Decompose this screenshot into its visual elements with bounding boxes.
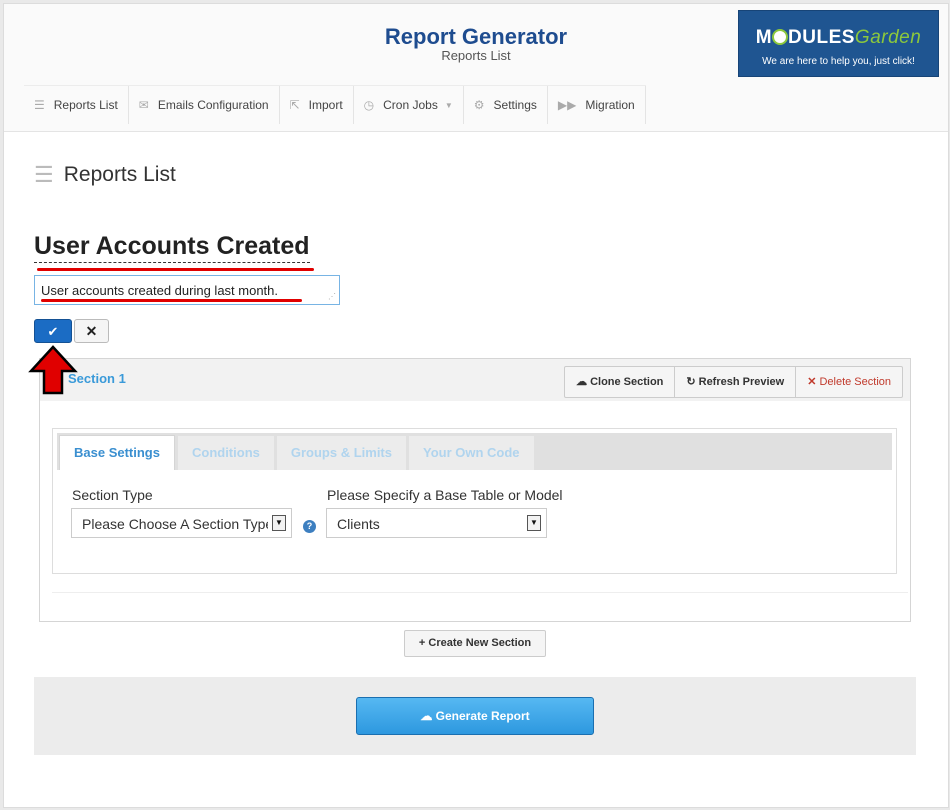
- report-description-text: User accounts created during last month.: [41, 283, 279, 298]
- list-icon: ☰: [34, 162, 54, 187]
- check-icon: ✔: [47, 324, 59, 339]
- modulesgarden-logo[interactable]: M DULESGarden We are here to help you, ju…: [738, 10, 939, 77]
- tab-your-own-code[interactable]: Your Own Code: [409, 436, 534, 470]
- confirm-button[interactable]: ✔: [34, 319, 72, 343]
- section-type-select[interactable]: Please Choose A Section Type ▼: [71, 508, 292, 538]
- tab-base-settings[interactable]: Base Settings: [59, 435, 175, 470]
- page-heading: ☰ Reports List: [34, 162, 176, 188]
- list-icon: ☰: [34, 98, 45, 112]
- section-divider: [52, 592, 908, 593]
- section-header: Section 1 ☁ Clone Section ↻ Refresh Previe…: [40, 359, 910, 401]
- plus-icon: +: [418, 637, 426, 649]
- logo-wordmark: M DULESGarden: [755, 27, 922, 48]
- create-new-section-button[interactable]: + Create New Section: [404, 630, 546, 657]
- section-type-label: Section Type: [72, 487, 153, 503]
- clock-icon: ◷: [363, 98, 375, 112]
- nav-import[interactable]: ⇱ Import: [280, 86, 354, 124]
- resize-grip-icon[interactable]: ⋰: [328, 292, 336, 301]
- nav-settings[interactable]: ⚙ Settings: [464, 86, 548, 124]
- main-nav: ☰ Reports List ✉ Emails Configuration ⇱ Imp…: [24, 85, 646, 124]
- clone-section-button[interactable]: ☁ Clone Section: [565, 367, 676, 397]
- app-header: Report Generator Reports List M DULESGard…: [4, 4, 948, 132]
- nav-reports-list[interactable]: ☰ Reports List: [24, 86, 129, 124]
- refresh-preview-button[interactable]: ↻ Refresh Preview: [675, 367, 797, 397]
- import-icon: ⇱: [289, 98, 300, 112]
- report-section: Section 1 ☁ Clone Section ↻ Refresh Previe…: [39, 358, 911, 622]
- section-button-group: ☁ Clone Section ↻ Refresh Preview ✕ Delete …: [564, 366, 903, 398]
- highlight-underline: [41, 299, 302, 302]
- envelope-icon: ✉: [138, 98, 149, 112]
- app-window: Report Generator Reports List M DULESGard…: [3, 3, 949, 808]
- delete-section-button[interactable]: ✕ Delete Section: [796, 367, 902, 397]
- help-icon[interactable]: ?: [303, 520, 316, 533]
- base-table-select[interactable]: Clients ▼: [326, 508, 547, 538]
- section-tabs: Base Settings Conditions Groups & Limits…: [57, 433, 892, 470]
- section-settings-panel: Base Settings Conditions Groups & Limits…: [52, 428, 897, 574]
- cloud-icon: ☁: [420, 709, 433, 723]
- nav-cron-jobs[interactable]: ◷ Cron Jobs ▼: [354, 86, 464, 124]
- tab-groups-limits[interactable]: Groups & Limits: [276, 436, 406, 470]
- chevron-down-icon: ▼: [272, 515, 286, 531]
- page-title: Reports List: [63, 163, 176, 186]
- red-arrow-up-icon: [28, 345, 78, 395]
- chevron-down-icon: ▼: [444, 100, 453, 110]
- footer-bar: ☁ Generate Report: [34, 677, 916, 755]
- nav-migration[interactable]: ▶▶ Migration: [548, 86, 646, 124]
- logo-tagline: We are here to help you, just click!: [762, 56, 915, 67]
- generate-report-button[interactable]: ☁ Generate Report: [356, 697, 594, 735]
- highlight-underline: [37, 268, 314, 271]
- tab-conditions[interactable]: Conditions: [177, 436, 274, 470]
- report-title[interactable]: User Accounts Created: [34, 232, 310, 263]
- gears-icon: ⚙: [473, 98, 485, 112]
- close-icon: ✕: [807, 376, 817, 388]
- logo-globe-icon: [772, 29, 789, 45]
- close-icon: ✕: [85, 323, 98, 339]
- base-table-label: Please Specify a Base Table or Model: [327, 487, 563, 503]
- chevron-down-icon: ▼: [527, 515, 541, 531]
- forward-icon: ▶▶: [557, 98, 577, 112]
- refresh-icon: ↻: [686, 376, 696, 388]
- cancel-button[interactable]: ✕: [74, 319, 109, 343]
- cloud-icon: ☁: [576, 376, 588, 388]
- nav-emails-configuration[interactable]: ✉ Emails Configuration: [129, 86, 280, 124]
